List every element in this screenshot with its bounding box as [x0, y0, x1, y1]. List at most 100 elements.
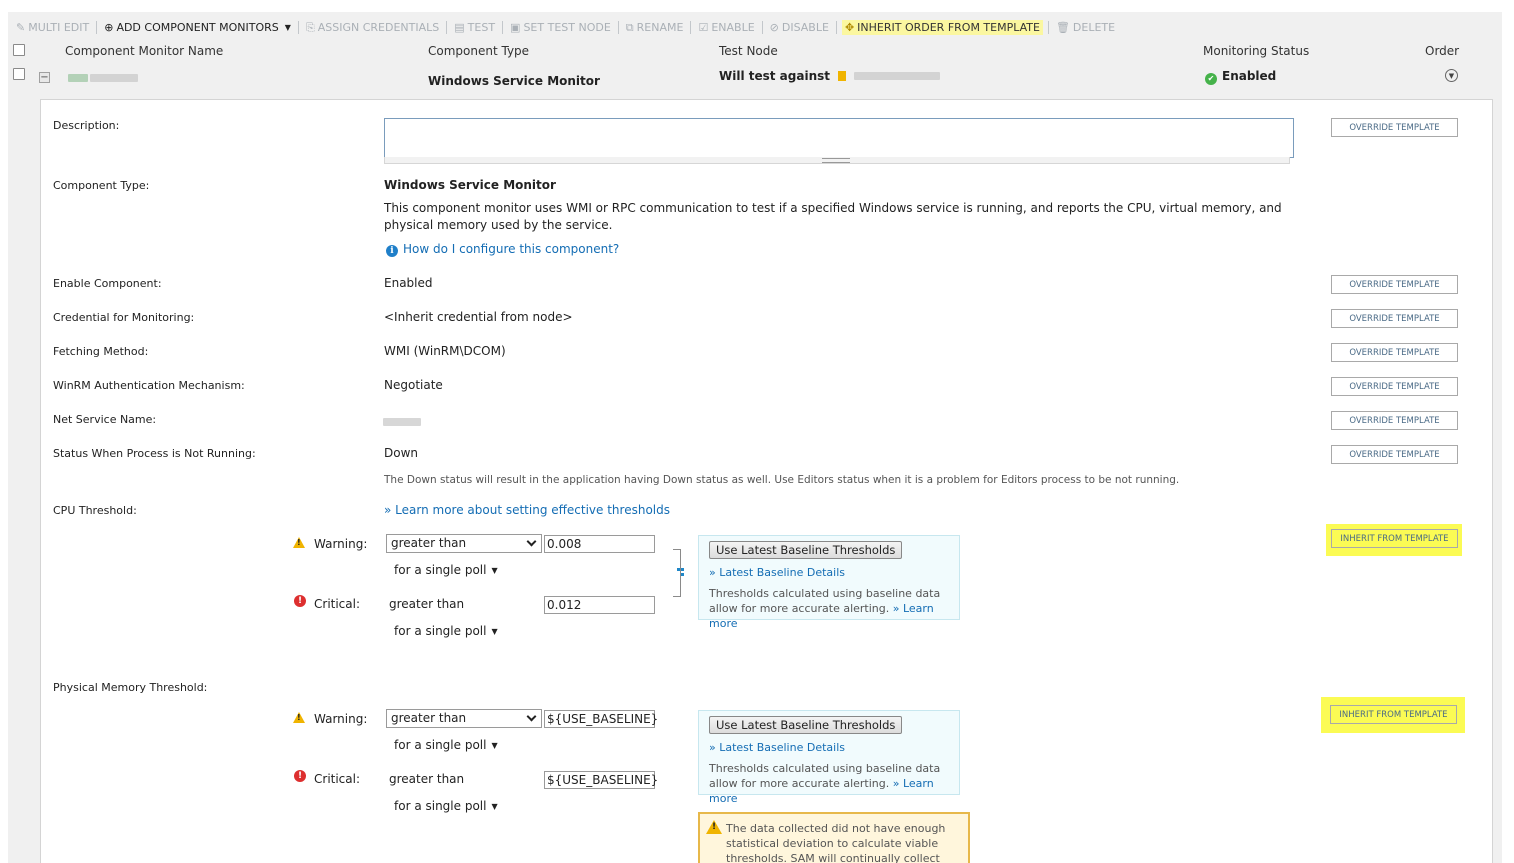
assign-credentials-button[interactable]: ⎘ ASSIGN CREDENTIALS — [304, 21, 441, 34]
set-test-node-button[interactable]: ▣ SET TEST NODE — [508, 21, 613, 34]
toolbar-divider — [502, 20, 504, 34]
collapse-toggle[interactable]: − — [39, 72, 50, 83]
move-arrows-icon: ✥ — [844, 20, 855, 34]
toolbar-divider — [1047, 20, 1049, 34]
enable-override-button[interactable]: OVERRIDE TEMPLATE — [1331, 275, 1458, 294]
memory-baseline-details-link[interactable]: » Latest Baseline Details — [709, 741, 845, 754]
chevron-down-circle-icon[interactable]: ▼ — [1445, 69, 1458, 82]
net-service-override-button[interactable]: OVERRIDE TEMPLATE — [1331, 411, 1458, 430]
pencil-icon: ✎ — [16, 20, 26, 34]
memory-warning-label: Warning: — [314, 712, 368, 726]
winrm-auth-label: WinRM Authentication Mechanism: — [53, 379, 245, 392]
select-all-checkbox[interactable] — [13, 44, 25, 56]
warning-icon — [293, 712, 305, 723]
test-button[interactable]: ▤ TEST — [452, 21, 497, 34]
net-service-name-label: Net Service Name: — [53, 413, 157, 426]
memory-warning-value-input[interactable]: ${USE_BASELINE} — [544, 710, 658, 728]
toolbar-divider — [446, 20, 448, 34]
toolbar-divider — [617, 20, 619, 34]
credential-value: <Inherit credential from node> — [384, 310, 573, 324]
toolbar-divider — [96, 20, 98, 34]
memory-inherit-button[interactable]: INHERIT FROM TEMPLATE — [1330, 705, 1457, 724]
add-component-monitors-button[interactable]: ⊕ ADD COMPONENT MONITORS ▼ — [102, 21, 293, 34]
memory-critical-operator: greater than — [389, 772, 465, 786]
multi-edit-button[interactable]: ✎ MULTI EDIT — [14, 21, 91, 34]
plus-circle-icon: ⊕ — [104, 20, 114, 34]
header-monitoring-status[interactable]: Monitoring Status — [1203, 44, 1309, 58]
cpu-inherit-button[interactable]: INHERIT FROM TEMPLATE — [1331, 529, 1458, 548]
component-name-redacted — [68, 72, 138, 85]
memory-critical-label: Critical: — [314, 772, 361, 786]
memory-use-baseline-button[interactable]: Use Latest Baseline Thresholds — [709, 716, 903, 734]
cpu-warning-value-input[interactable]: 0.008 — [544, 535, 655, 553]
memory-warning-operator-select[interactable]: greater than — [386, 709, 542, 728]
cpu-warning-poll-dropdown[interactable]: for a single poll ▼ — [394, 563, 498, 577]
status-not-running-value: Down — [384, 446, 419, 460]
critical-icon: ! — [294, 595, 306, 607]
cpu-critical-poll-dropdown[interactable]: for a single poll ▼ — [394, 624, 498, 638]
memory-threshold-label: Physical Memory Threshold: — [53, 681, 208, 694]
trash-icon: 🗑 — [1055, 20, 1070, 34]
cpu-warning-operator-select[interactable]: greater than — [386, 534, 542, 553]
cpu-baseline-panel: Use Latest Baseline Thresholds » Latest … — [698, 535, 960, 630]
link-icon[interactable] — [677, 568, 685, 578]
winrm-override-button[interactable]: OVERRIDE TEMPLATE — [1331, 377, 1458, 396]
how-configure-link[interactable]: i How do I configure this component? — [386, 242, 619, 257]
status-note: The Down status will result in the appli… — [384, 474, 1180, 486]
enable-button[interactable]: ☑ ENABLE — [696, 21, 756, 34]
header-component-name[interactable]: Component Monitor Name — [65, 44, 223, 58]
fetching-method-value: WMI (WinRM\DCOM) — [384, 344, 506, 358]
chevron-down-icon — [526, 711, 537, 722]
disable-icon: ⊘ — [769, 20, 779, 34]
header-test-node[interactable]: Test Node — [719, 44, 778, 58]
delete-button[interactable]: 🗑 DELETE — [1054, 21, 1117, 34]
header-order[interactable]: Order — [1425, 44, 1459, 58]
row-checkbox[interactable] — [13, 68, 25, 80]
info-icon: i — [386, 245, 398, 257]
inherit-order-button[interactable]: ✥ INHERIT ORDER FROM TEMPLATE — [841, 19, 1043, 35]
disable-button[interactable]: ⊘ DISABLE — [768, 21, 831, 34]
test-node-icon: ▣ — [510, 20, 521, 34]
cpu-use-baseline-button[interactable]: Use Latest Baseline Thresholds — [709, 541, 903, 559]
enable-icon: ☑ — [698, 20, 709, 34]
cpu-baseline-details-link[interactable]: » Latest Baseline Details — [709, 566, 845, 579]
cpu-critical-label: Critical: — [314, 597, 361, 611]
resize-handle[interactable] — [384, 157, 1290, 164]
description-override-button[interactable]: OVERRIDE TEMPLATE — [1331, 118, 1458, 137]
rename-button[interactable]: ⧉ RENAME — [624, 21, 686, 34]
chevron-down-icon — [526, 536, 537, 547]
memory-critical-poll-dropdown[interactable]: for a single poll ▼ — [394, 799, 498, 813]
memory-critical-value-input[interactable]: ${USE_BASELINE} — [544, 771, 658, 789]
toolbar: ✎ MULTI EDIT ⊕ ADD COMPONENT MONITORS ▼ … — [14, 18, 1117, 36]
header-component-type[interactable]: Component Type — [428, 44, 529, 58]
enable-component-value: Enabled — [384, 276, 433, 290]
enable-component-label: Enable Component: — [53, 277, 162, 290]
description-textarea[interactable] — [384, 118, 1294, 158]
cpu-warning-label: Warning: — [314, 537, 368, 551]
toolbar-divider — [690, 20, 692, 34]
caret-down-icon: ▼ — [491, 627, 498, 636]
toolbar-divider — [297, 20, 299, 34]
winrm-auth-value: Negotiate — [384, 378, 443, 392]
caret-down-icon: ▼ — [491, 566, 498, 575]
row-test-node: Will test against — [719, 69, 941, 83]
caret-down-icon: ▼ — [284, 22, 291, 32]
cpu-inherit-highlight: INHERIT FROM TEMPLATE — [1326, 524, 1462, 556]
row-component-type: Windows Service Monitor — [428, 74, 600, 88]
warning-icon — [706, 820, 722, 834]
credential-override-button[interactable]: OVERRIDE TEMPLATE — [1331, 309, 1458, 328]
component-type-name: Windows Service Monitor — [384, 178, 556, 192]
status-override-button[interactable]: OVERRIDE TEMPLATE — [1331, 445, 1458, 464]
credentials-icon: ⎘ — [305, 20, 315, 34]
memory-baseline-panel: Use Latest Baseline Thresholds » Latest … — [698, 710, 960, 805]
caret-down-icon: ▼ — [491, 802, 498, 811]
memory-warning-poll-dropdown[interactable]: for a single poll ▼ — [394, 738, 498, 752]
component-type-description: This component monitor uses WMI or RPC c… — [384, 201, 1282, 232]
component-type-label: Component Type: — [53, 179, 150, 192]
check-circle-icon: ✔ — [1205, 73, 1217, 85]
learn-thresholds-link[interactable]: » Learn more about setting effective thr… — [384, 503, 670, 517]
cpu-baseline-text: Thresholds calculated using baseline dat… — [709, 587, 941, 630]
row-monitoring-status: ✔ Enabled — [1205, 69, 1276, 85]
cpu-critical-value-input[interactable]: 0.012 — [544, 596, 655, 614]
fetching-override-button[interactable]: OVERRIDE TEMPLATE — [1331, 343, 1458, 362]
